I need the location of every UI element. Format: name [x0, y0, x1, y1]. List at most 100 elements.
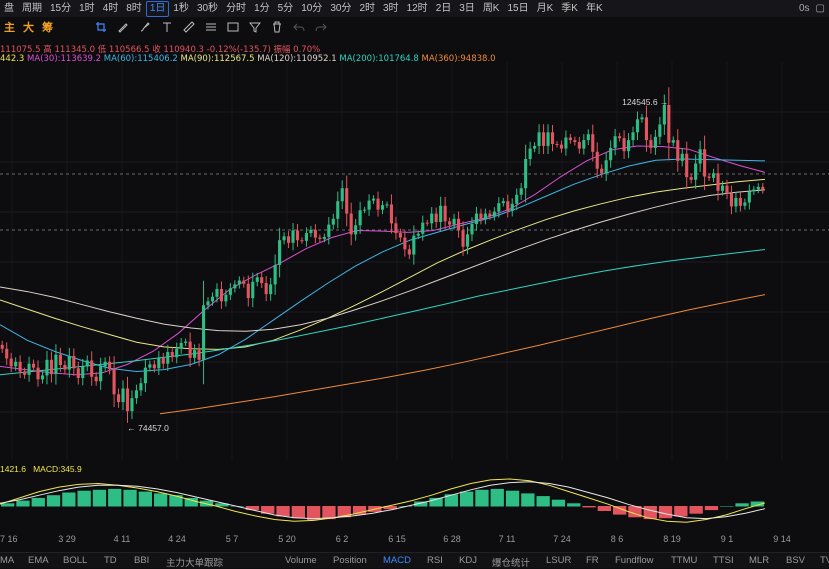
period-tab[interactable]: 1日: [145, 0, 170, 17]
candle: [743, 202, 747, 206]
candle: [577, 142, 581, 149]
mode-main-button[interactable]: 主: [4, 19, 15, 35]
mode-chips-button[interactable]: 筹: [42, 19, 53, 35]
candle: [501, 201, 505, 204]
indicator-tab[interactable]: BBI: [134, 555, 149, 566]
macd-bar: [123, 489, 137, 507]
period-tab[interactable]: 15日: [503, 2, 532, 16]
indicator-tab[interactable]: KDJ: [459, 555, 477, 566]
candle: [210, 296, 215, 302]
period-tab[interactable]: 30分: [326, 2, 355, 16]
indicator-tab[interactable]: FR: [586, 555, 599, 566]
candle: [734, 197, 738, 207]
period-tab[interactable]: 分时: [222, 2, 250, 16]
period-tab[interactable]: 周期: [18, 2, 46, 16]
indicator-tab[interactable]: RSI: [427, 555, 443, 566]
filter-icon[interactable]: [247, 20, 263, 34]
indicator-tab[interactable]: Position: [333, 555, 367, 566]
macd-bar: [46, 495, 61, 507]
indicator-tab[interactable]: MA: [0, 555, 14, 566]
candle: [242, 280, 246, 284]
candle: [269, 284, 273, 295]
candle: [282, 236, 286, 241]
candle: [461, 230, 465, 247]
macd-bar: [276, 506, 290, 517]
indicator-tab[interactable]: BSV: [786, 555, 805, 566]
macd-bar: [291, 506, 305, 519]
indicator-tab[interactable]: BOLL: [63, 555, 87, 566]
candle: [134, 390, 139, 399]
period-tab[interactable]: 8时: [122, 2, 146, 16]
period-tab[interactable]: 1时: [75, 2, 99, 16]
candle: [371, 198, 376, 201]
ruler-icon[interactable]: [181, 20, 197, 34]
macd-bar: [77, 490, 91, 507]
fibonacci-icon[interactable]: [203, 20, 219, 34]
period-tab[interactable]: 15分: [46, 2, 75, 16]
macd-bar: [658, 506, 673, 519]
macd-chart[interactable]: [0, 462, 829, 530]
pen-icon[interactable]: [115, 20, 131, 34]
x-tick-label: 8 6: [610, 534, 624, 544]
period-tab[interactable]: 2时: [355, 2, 379, 16]
period-tab[interactable]: 5分: [274, 2, 298, 16]
window-icon[interactable]: ▢: [816, 3, 825, 14]
mode-big-button[interactable]: 大: [23, 19, 34, 35]
price-chart[interactable]: [0, 62, 829, 460]
candle: [14, 361, 18, 367]
indicator-tab[interactable]: TV: [820, 555, 829, 566]
indicator-tab[interactable]: TTMU: [671, 555, 697, 566]
candle: [716, 173, 720, 191]
period-tab[interactable]: 盘: [0, 2, 18, 16]
period-tab[interactable]: 1秒: [169, 2, 193, 16]
candle: [394, 223, 398, 234]
period-tab[interactable]: 1分: [250, 2, 274, 16]
candle: [49, 359, 54, 375]
period-tab[interactable]: 2日: [432, 2, 456, 16]
period-tab[interactable]: 季K: [557, 2, 582, 16]
candle: [318, 237, 322, 239]
indicator-tab[interactable]: MACD: [383, 555, 411, 566]
candle: [725, 185, 729, 194]
countdown-label: 0s: [798, 3, 810, 14]
candle: [358, 210, 362, 226]
candle: [143, 367, 147, 384]
period-tab[interactable]: 30秒: [193, 2, 222, 16]
period-tab[interactable]: 周K: [479, 2, 504, 16]
period-tab[interactable]: 年K: [582, 2, 607, 16]
candle: [407, 249, 411, 255]
candle: [193, 350, 197, 358]
period-tab[interactable]: 10分: [297, 2, 326, 16]
period-tab[interactable]: 12时: [403, 2, 432, 16]
period-tab[interactable]: 4时: [99, 2, 123, 16]
candle: [331, 218, 335, 225]
trash-icon[interactable]: [269, 20, 285, 34]
candle: [363, 209, 367, 211]
candle: [125, 388, 130, 412]
candle: [591, 134, 595, 152]
indicator-tab[interactable]: EMA: [28, 555, 49, 566]
indicator-tab[interactable]: LSUR: [546, 555, 571, 566]
period-tab[interactable]: 3日: [455, 2, 479, 16]
indicator-tab[interactable]: MLR: [749, 555, 769, 566]
candle: [510, 203, 514, 211]
indicator-tab[interactable]: TTSI: [713, 555, 734, 566]
brush-icon[interactable]: [137, 20, 153, 34]
indicator-tab[interactable]: TD: [104, 555, 117, 566]
undo-icon[interactable]: [291, 20, 307, 34]
crop-icon[interactable]: [93, 20, 109, 34]
shapes-icon[interactable]: [225, 20, 241, 34]
period-tab[interactable]: 3时: [379, 2, 403, 16]
redo-icon[interactable]: [313, 20, 329, 34]
candle: [291, 230, 295, 243]
candle: [170, 352, 174, 358]
indicator-tab[interactable]: Fundflow: [615, 555, 654, 566]
text-tool-icon[interactable]: [159, 20, 175, 34]
indicator-tab[interactable]: Volume: [285, 555, 317, 566]
candle: [398, 233, 402, 238]
candle: [166, 352, 170, 364]
candle: [474, 213, 479, 224]
period-toolbar: 盘周期 15分 1时 4时 8时 1日 1秒 30秒 分时 1分 5分 10分 30分 2时 3时 12时 2日…: [0, 0, 829, 17]
candle: [322, 236, 326, 239]
period-tab[interactable]: 月K: [533, 2, 558, 16]
